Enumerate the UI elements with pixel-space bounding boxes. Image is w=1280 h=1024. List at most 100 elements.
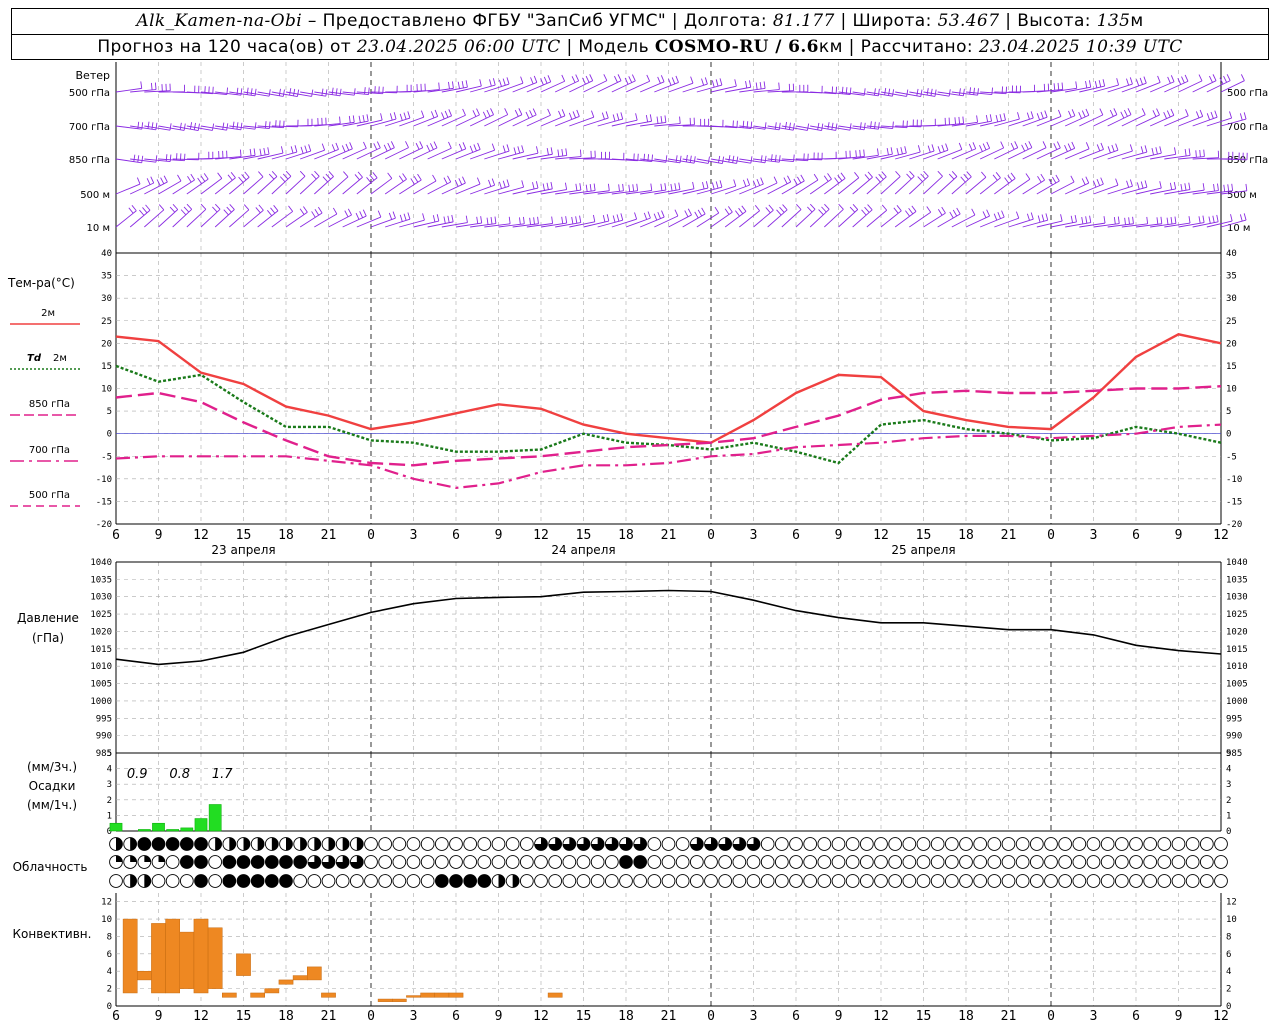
cloud-symbol [959, 855, 973, 869]
wind-barb-feather [457, 81, 460, 89]
precip-bar [152, 822, 165, 832]
wind-barb-feather [678, 182, 681, 190]
wind-barb-feather [605, 111, 609, 119]
cloud-symbol [1114, 855, 1129, 869]
cloud-symbol [845, 855, 860, 869]
wind-barb-feather [705, 181, 709, 189]
wind-barb-feather [1159, 146, 1162, 154]
cloud-symbol [449, 837, 463, 851]
cloud-symbol [179, 874, 194, 888]
wind-barb-feather [702, 182, 705, 190]
cloud-symbol [774, 837, 789, 851]
cloud-symbol [449, 855, 463, 869]
wind-barb-feather [150, 176, 155, 184]
convective-bar [434, 992, 450, 998]
wind-barb-feather [387, 172, 393, 179]
wind-barb-feather [941, 206, 946, 214]
cloud-symbol [930, 837, 945, 851]
legend-700: 700 гПа [29, 445, 70, 456]
wind-barb-feather [1223, 75, 1228, 83]
wind-barb-feather [778, 122, 781, 130]
pres-tick-left: 1025 [90, 610, 112, 620]
wind-barb-feather [441, 112, 445, 120]
wind-barb [937, 148, 962, 160]
temp-tick-right: 30 [1226, 294, 1237, 304]
wind-barb-feather [533, 75, 538, 83]
wind-barb-feather [558, 110, 562, 118]
wind-barb-feather [969, 87, 972, 95]
wind-barb-feather [591, 110, 595, 118]
wind-barb-feather [875, 176, 881, 183]
cloud-symbol-fill [144, 855, 151, 862]
cloud-symbol [1129, 837, 1143, 851]
wind-barb-feather [546, 148, 549, 156]
wind-barb-feather [498, 79, 502, 87]
cloud-symbol [661, 874, 676, 888]
wind-barb-feather [893, 207, 899, 214]
wind-barb-feather [1166, 110, 1171, 118]
wind-barb-feather [746, 178, 751, 186]
cloud-symbol [1129, 855, 1143, 869]
wind-barb-feather [958, 142, 963, 150]
wind-barb [441, 114, 466, 127]
wind-barb-feather [1085, 108, 1090, 116]
wind-level-left: 500 м [80, 190, 110, 201]
wind-barb-feather [692, 181, 695, 189]
convective-bar [377, 998, 393, 1002]
wind-barb-feather [760, 177, 764, 185]
wind-barb-feather [1126, 180, 1130, 188]
wind-barb-feather [200, 203, 207, 210]
wind-barb-feather [372, 172, 378, 179]
cloud-symbol [817, 855, 832, 869]
cloud-symbol [888, 874, 903, 888]
temp-x-tick: 18 [618, 528, 634, 543]
wind-barb-feather [982, 211, 987, 218]
wind-barb-feather [715, 181, 719, 189]
bottom-x-tick: 3 [410, 1009, 418, 1024]
wind-barb-feather [405, 141, 409, 148]
cloud-symbol [859, 837, 874, 851]
wind-barb-feather [768, 204, 774, 211]
cloud-symbol-fill [619, 855, 633, 869]
cloud-symbol [973, 874, 988, 888]
wind-barb-feather [1040, 173, 1045, 181]
wind-barb-feather [244, 171, 250, 178]
wind-barb-feather [1109, 109, 1114, 117]
cloud-symbol [944, 874, 959, 888]
cloud-symbol [1029, 874, 1044, 888]
wind-barb-feather [991, 87, 994, 95]
wind-barb-feather [335, 142, 339, 150]
wind-barb-feather [892, 121, 894, 129]
wind-barb-feather [506, 144, 510, 152]
wind-barb-feather [818, 209, 824, 216]
temp-tick-left: 0 [107, 430, 112, 440]
wind-barb-feather [670, 183, 673, 191]
cloud-symbol-fill [243, 837, 250, 851]
cloud-symbol [888, 855, 903, 869]
cloud-symbol-fill [116, 855, 123, 862]
temp-tick-left: -15 [96, 497, 112, 507]
cloud-symbol [1001, 837, 1016, 851]
cloud-symbol [420, 837, 435, 851]
wind-barb-feather [1085, 142, 1090, 149]
wind-barb [611, 80, 636, 93]
pres-tick-left: 1020 [90, 627, 112, 637]
cloud-symbol [392, 855, 407, 869]
cloud-symbol-fill [279, 874, 293, 888]
cloud-symbol [420, 855, 435, 869]
wind-barb-feather [373, 143, 378, 150]
wind-barb-feather [1000, 141, 1005, 149]
precip-title: Осадки [29, 779, 76, 793]
wind-barb-feather [854, 172, 860, 179]
wind-barb-feather [1169, 182, 1173, 190]
wind-barb-feather [197, 177, 202, 184]
bottom-x-tick: 6 [112, 1009, 120, 1024]
wind-barb-feather [1024, 142, 1029, 150]
wind-barb-feather [436, 214, 440, 222]
legend-500: 500 гПа [29, 490, 70, 501]
cloud-symbol-fill [512, 874, 520, 888]
wind-barb-feather [1155, 147, 1158, 155]
wind-barb-feather [190, 173, 195, 181]
wind-barb-feather [1170, 217, 1173, 225]
cloud-symbol [1001, 855, 1016, 869]
